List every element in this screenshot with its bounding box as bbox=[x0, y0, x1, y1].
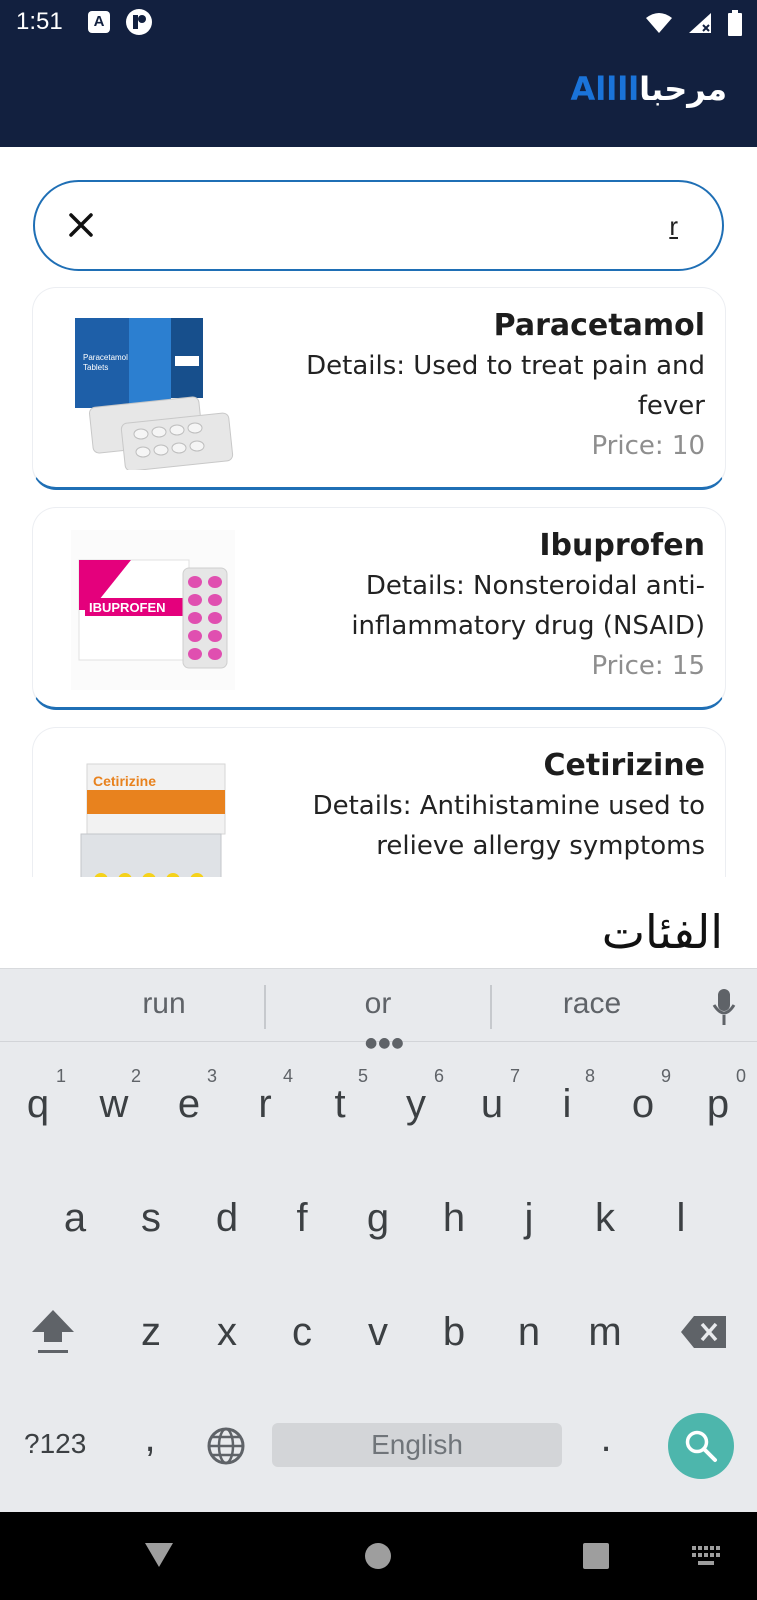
app-header: 1:51 A Allllمرحبا bbox=[0, 0, 757, 147]
battery-icon bbox=[728, 10, 742, 36]
backspace-icon[interactable] bbox=[680, 1314, 728, 1350]
suggestion-divider bbox=[264, 985, 266, 1029]
key-p[interactable]: p bbox=[688, 1082, 748, 1127]
search-input[interactable] bbox=[158, 206, 678, 246]
key-j[interactable]: j bbox=[499, 1196, 559, 1241]
suggestion-or[interactable]: or bbox=[278, 987, 478, 1021]
key-s[interactable]: s bbox=[121, 1196, 181, 1241]
svg-text:IBUPROFEN: IBUPROFEN bbox=[89, 600, 166, 615]
categories-heading: الفئات bbox=[601, 905, 723, 959]
key-hint: 2 bbox=[131, 1066, 142, 1086]
search-bar[interactable] bbox=[33, 180, 724, 271]
key-r[interactable]: r bbox=[235, 1082, 295, 1127]
key-hint: 9 bbox=[661, 1066, 672, 1086]
key-hint: 7 bbox=[510, 1066, 521, 1086]
status-bar: 1:51 A bbox=[0, 0, 757, 46]
key-w[interactable]: w bbox=[84, 1082, 144, 1127]
username: Allll bbox=[570, 70, 640, 108]
suggestion-race[interactable]: race bbox=[492, 987, 692, 1021]
key-b[interactable]: b bbox=[424, 1310, 484, 1355]
microphone-icon[interactable] bbox=[712, 987, 736, 1027]
key-v[interactable]: v bbox=[348, 1310, 408, 1355]
medicine-card[interactable]: Paracetamol Details: Used to treat pain … bbox=[32, 287, 726, 490]
key-q[interactable]: q bbox=[8, 1082, 68, 1127]
key-k[interactable]: k bbox=[575, 1196, 635, 1241]
key-hint: 1 bbox=[56, 1066, 67, 1086]
cetirizine-image: Cetirizine bbox=[80, 763, 226, 877]
key-x[interactable]: x bbox=[197, 1310, 257, 1355]
keyboard-notification-icon: A bbox=[88, 11, 110, 33]
app-notification-icon bbox=[126, 9, 152, 35]
medicine-card[interactable]: Cetirizine Details: Antihistamine used t… bbox=[32, 727, 726, 877]
globe-icon[interactable] bbox=[206, 1426, 246, 1466]
keyboard-switch-icon[interactable] bbox=[692, 1546, 722, 1568]
medicine-details: Details: Antihistamine used to relieve a… bbox=[312, 791, 705, 861]
key-i[interactable]: i bbox=[537, 1082, 597, 1127]
medicine-results-list[interactable]: Paracetamol Details: Used to treat pain … bbox=[32, 287, 726, 877]
key-m[interactable]: m bbox=[575, 1310, 635, 1355]
suggestion-run[interactable]: run bbox=[64, 987, 264, 1021]
medicine-price: Price: 10 bbox=[591, 431, 705, 461]
back-icon[interactable] bbox=[144, 1542, 174, 1568]
soft-keyboard[interactable]: run or ●●● race q 1 w 2 e 3 r 4 t 5 y 6 … bbox=[0, 968, 757, 1512]
suggestion-strip: run or ●●● race bbox=[0, 968, 757, 1051]
space-key[interactable]: English bbox=[272, 1423, 562, 1467]
key-n[interactable]: n bbox=[499, 1310, 559, 1355]
key-a[interactable]: a bbox=[45, 1196, 105, 1241]
medicine-price: Price: 15 bbox=[591, 651, 705, 681]
key-t[interactable]: t bbox=[310, 1082, 370, 1127]
key-h[interactable]: h bbox=[424, 1196, 484, 1241]
medicine-card[interactable]: Ibuprofen Details: Nonsteroidal anti-inf… bbox=[32, 507, 726, 710]
greeting-title: Allllمرحبا bbox=[571, 70, 728, 108]
greeting-text: مرحبا bbox=[639, 70, 727, 108]
comma-key[interactable]: , bbox=[120, 1416, 180, 1461]
period-key[interactable]: . bbox=[576, 1416, 636, 1461]
key-c[interactable]: c bbox=[272, 1310, 332, 1355]
svg-text:Paracetamol: Paracetamol bbox=[83, 353, 128, 362]
key-l[interactable]: l bbox=[651, 1196, 711, 1241]
key-z[interactable]: z bbox=[121, 1310, 181, 1355]
shift-icon[interactable] bbox=[30, 1308, 76, 1356]
medicine-details: Details: Nonsteroidal anti-inflammatory … bbox=[351, 571, 705, 641]
key-g[interactable]: g bbox=[348, 1196, 408, 1241]
status-time: 1:51 bbox=[16, 8, 63, 35]
paracetamol-image: Paracetamol Tablets bbox=[75, 318, 234, 470]
key-e[interactable]: e bbox=[159, 1082, 219, 1127]
key-y[interactable]: y bbox=[386, 1082, 446, 1127]
key-hint: 5 bbox=[358, 1066, 369, 1086]
close-icon[interactable] bbox=[63, 207, 99, 243]
key-hint: 3 bbox=[207, 1066, 218, 1086]
svg-text:Tablets: Tablets bbox=[83, 363, 108, 372]
key-hint: 4 bbox=[283, 1066, 294, 1086]
home-icon[interactable] bbox=[364, 1542, 392, 1570]
key-u[interactable]: u bbox=[462, 1082, 522, 1127]
more-suggestions-icon[interactable]: ●●● bbox=[365, 1035, 405, 1051]
system-navigation-bar bbox=[0, 1512, 757, 1600]
recents-icon[interactable] bbox=[582, 1542, 610, 1570]
ibuprofen-image: IBUPROFEN bbox=[71, 530, 235, 690]
search-icon bbox=[685, 1430, 717, 1462]
key-hint: 0 bbox=[736, 1066, 747, 1086]
key-o[interactable]: o bbox=[613, 1082, 673, 1127]
key-d[interactable]: d bbox=[197, 1196, 257, 1241]
symbols-key[interactable]: ?123 bbox=[24, 1428, 86, 1460]
key-hint: 8 bbox=[585, 1066, 596, 1086]
signal-icon bbox=[689, 13, 711, 33]
medicine-details: Details: Used to treat pain and fever bbox=[306, 351, 705, 421]
medicine-name: Ibuprofen bbox=[539, 528, 705, 563]
wifi-icon bbox=[646, 13, 672, 33]
medicine-name: Paracetamol bbox=[493, 308, 705, 343]
key-hint: 6 bbox=[434, 1066, 445, 1086]
search-action-key[interactable] bbox=[668, 1413, 734, 1479]
svg-text:Cetirizine: Cetirizine bbox=[93, 773, 156, 789]
key-f[interactable]: f bbox=[272, 1196, 332, 1241]
medicine-name: Cetirizine bbox=[543, 748, 705, 783]
